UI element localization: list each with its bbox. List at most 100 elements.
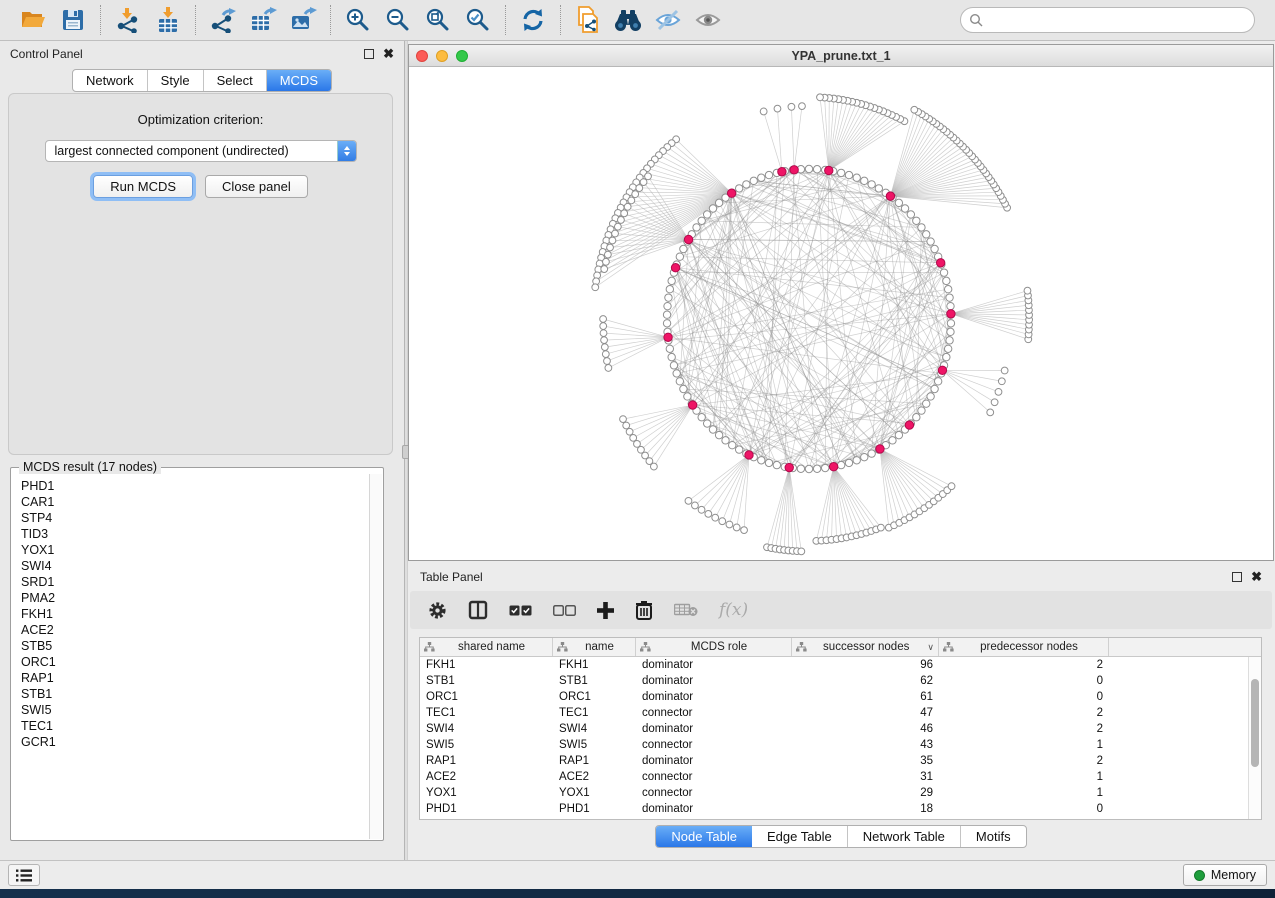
mcds-result-item[interactable]: YOX1 bbox=[21, 542, 369, 558]
show-panel-list-button[interactable] bbox=[8, 864, 40, 886]
mcds-list-scrollbar[interactable] bbox=[369, 474, 382, 839]
table-cell: STB1 bbox=[420, 673, 553, 689]
export-table-button[interactable] bbox=[246, 4, 280, 36]
mcds-result-list[interactable]: PHD1CAR1STP4TID3YOX1SWI4SRD1PMA2FKH1ACE2… bbox=[12, 474, 369, 839]
table-row[interactable]: TEC1TEC1connector472 bbox=[420, 705, 1261, 721]
memory-label: Memory bbox=[1211, 868, 1256, 882]
close-panel-button[interactable]: Close panel bbox=[205, 175, 308, 198]
close-table-panel-icon[interactable]: ✖ bbox=[1251, 572, 1262, 582]
tab-select[interactable]: Select bbox=[204, 70, 267, 91]
import-table-button[interactable] bbox=[151, 4, 185, 36]
table-row[interactable]: YOX1YOX1connector291 bbox=[420, 785, 1261, 801]
memory-button[interactable]: Memory bbox=[1183, 864, 1267, 886]
column-header-predecessor-nodes[interactable]: predecessor nodes bbox=[939, 638, 1109, 656]
export-network-button[interactable] bbox=[206, 4, 240, 36]
table-row[interactable]: ORC1ORC1dominator610 bbox=[420, 689, 1261, 705]
mcds-result-item[interactable]: PMA2 bbox=[21, 590, 369, 606]
mcds-result-item[interactable]: STB1 bbox=[21, 686, 369, 702]
tab-network[interactable]: Network bbox=[73, 70, 148, 91]
table-cell: PHD1 bbox=[553, 801, 636, 817]
mcds-result-item[interactable]: GCR1 bbox=[21, 734, 369, 750]
toolbar-separator bbox=[100, 5, 101, 35]
zoom-selected-button[interactable] bbox=[461, 4, 495, 36]
mcds-result-item[interactable]: FKH1 bbox=[21, 606, 369, 622]
mcds-result-item[interactable]: RAP1 bbox=[21, 670, 369, 686]
mcds-result-item[interactable]: ACE2 bbox=[21, 622, 369, 638]
mcds-result-item[interactable]: ORC1 bbox=[21, 654, 369, 670]
mcds-result-item[interactable]: STB5 bbox=[21, 638, 369, 654]
table-tabbar: Node Table Edge Table Network Table Moti… bbox=[655, 825, 1026, 848]
tab-motifs[interactable]: Motifs bbox=[961, 826, 1026, 847]
table-cell: STB1 bbox=[553, 673, 636, 689]
mcds-result-item[interactable]: SWI4 bbox=[21, 558, 369, 574]
export-image-button[interactable] bbox=[286, 4, 320, 36]
network-window-titlebar[interactable]: YPA_prune.txt_1 bbox=[409, 45, 1273, 67]
table-row[interactable]: FKH1FKH1dominator962 bbox=[420, 657, 1261, 673]
table-cell: 2 bbox=[939, 721, 1109, 737]
close-panel-icon[interactable]: ✖ bbox=[383, 49, 394, 59]
table-cell: RAP1 bbox=[553, 753, 636, 769]
delete-column-button[interactable] bbox=[635, 600, 653, 620]
mcds-result-item[interactable]: SWI5 bbox=[21, 702, 369, 718]
mcds-result-item[interactable]: TID3 bbox=[21, 526, 369, 542]
show-columns-button[interactable] bbox=[468, 600, 488, 620]
table-row[interactable]: PHD1PHD1dominator180 bbox=[420, 801, 1261, 817]
column-type-tree-icon bbox=[943, 642, 954, 652]
table-cell: ACE2 bbox=[420, 769, 553, 785]
search-input[interactable] bbox=[988, 13, 1246, 27]
deselect-all-button[interactable] bbox=[553, 605, 576, 616]
run-mcds-button[interactable]: Run MCDS bbox=[93, 175, 193, 198]
column-header-name[interactable]: name bbox=[553, 638, 636, 656]
table-row[interactable]: ACE2ACE2connector311 bbox=[420, 769, 1261, 785]
save-button[interactable] bbox=[56, 4, 90, 36]
mcds-result-item[interactable]: CAR1 bbox=[21, 494, 369, 510]
table-row[interactable]: SWI4SWI4dominator462 bbox=[420, 721, 1261, 737]
optimization-criterion-select[interactable]: largest connected component (undirected) bbox=[45, 140, 357, 162]
table-cell: SWI5 bbox=[420, 737, 553, 753]
zoom-fit-button[interactable] bbox=[421, 4, 455, 36]
eye-icon bbox=[694, 8, 722, 32]
find-button[interactable] bbox=[611, 4, 645, 36]
table-scrollbar-thumb[interactable] bbox=[1251, 679, 1259, 767]
float-table-panel-icon[interactable] bbox=[1232, 572, 1242, 582]
export-network-icon bbox=[209, 7, 237, 33]
mcds-result-item[interactable]: SRD1 bbox=[21, 574, 369, 590]
table-cell: 2 bbox=[939, 753, 1109, 769]
refresh-button[interactable] bbox=[516, 4, 550, 36]
table-row[interactable]: STB1STB1dominator620 bbox=[420, 673, 1261, 689]
tab-edge-table[interactable]: Edge Table bbox=[752, 826, 848, 847]
zoom-out-button[interactable] bbox=[381, 4, 415, 36]
mcds-result-title: MCDS result (17 nodes) bbox=[19, 460, 161, 474]
table-row[interactable]: RAP1RAP1dominator352 bbox=[420, 753, 1261, 769]
column-header-label: MCDS role bbox=[651, 641, 787, 653]
trash-icon bbox=[635, 600, 653, 620]
table-cell: 2 bbox=[939, 657, 1109, 673]
hide-selected-button[interactable] bbox=[651, 4, 685, 36]
tab-network-table[interactable]: Network Table bbox=[848, 826, 961, 847]
float-panel-icon[interactable] bbox=[364, 49, 374, 59]
add-column-button[interactable] bbox=[597, 602, 614, 619]
duplicate-network-button[interactable] bbox=[571, 4, 605, 36]
show-all-button[interactable] bbox=[691, 4, 725, 36]
network-canvas[interactable] bbox=[409, 67, 1273, 560]
mcds-result-item[interactable]: TEC1 bbox=[21, 718, 369, 734]
tab-mcds[interactable]: MCDS bbox=[267, 70, 331, 91]
table-settings-button[interactable] bbox=[428, 601, 447, 620]
zoom-in-button[interactable] bbox=[341, 4, 375, 36]
column-header-shared-name[interactable]: shared name bbox=[420, 638, 553, 656]
table-row[interactable]: SWI5SWI5connector431 bbox=[420, 737, 1261, 753]
table-scrollbar[interactable] bbox=[1248, 657, 1261, 819]
mcds-result-item[interactable]: STP4 bbox=[21, 510, 369, 526]
tab-node-table[interactable]: Node Table bbox=[656, 826, 752, 847]
search-field[interactable] bbox=[960, 7, 1255, 33]
import-network-button[interactable] bbox=[111, 4, 145, 36]
checked-boxes-icon bbox=[509, 605, 532, 616]
mcds-result-item[interactable]: PHD1 bbox=[21, 478, 369, 494]
table-cell: 35 bbox=[792, 753, 939, 769]
column-header-MCDS-role[interactable]: MCDS role bbox=[636, 638, 792, 656]
column-header-successor-nodes[interactable]: successor nodes∨ bbox=[792, 638, 939, 656]
tab-style[interactable]: Style bbox=[148, 70, 204, 91]
select-all-button[interactable] bbox=[509, 605, 532, 616]
open-button[interactable] bbox=[16, 4, 50, 36]
import-network-icon bbox=[115, 7, 141, 33]
